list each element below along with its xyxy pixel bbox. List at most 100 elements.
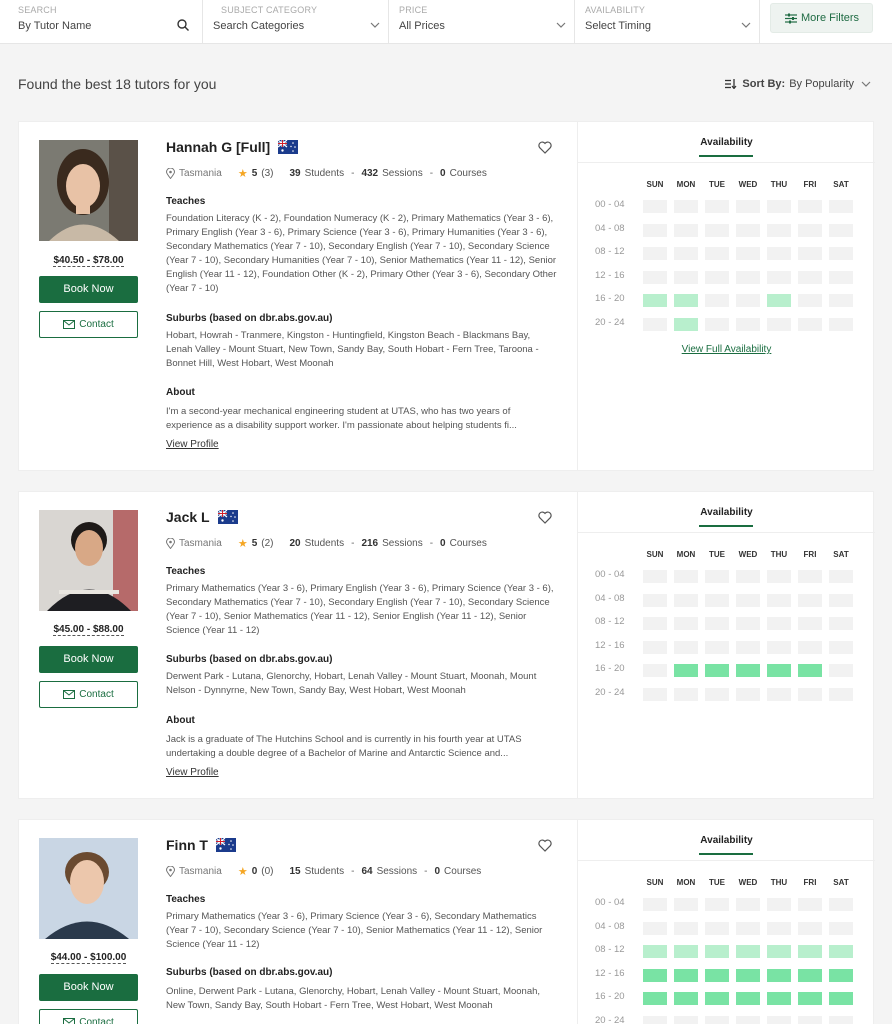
suburbs-text: Derwent Park - Lutana, Glenorchy, Hobart… (166, 671, 537, 696)
availability-cell (829, 593, 853, 607)
subject-category-filter[interactable]: SUBJECT CATEGORY Search Categories (203, 0, 389, 44)
contact-button[interactable]: Contact (39, 681, 138, 708)
students-count: 15 (289, 866, 301, 877)
availability-cell (829, 247, 853, 260)
heart-icon[interactable] (538, 839, 552, 852)
view-full-availability-link[interactable]: View Full Availability (578, 344, 875, 355)
availability-cell (643, 992, 667, 1005)
availability-label: AVAILABILITY (585, 5, 646, 15)
availability-tab[interactable]: Availability (578, 137, 875, 148)
tutor-name-text[interactable]: Finn T (166, 837, 208, 853)
availability-cell (798, 640, 822, 654)
availability-cell (767, 687, 791, 701)
availability-cell (674, 617, 698, 630)
availability-cell (798, 200, 822, 213)
availability-cell (767, 200, 791, 213)
chevron-down-icon (556, 22, 566, 28)
availability-cell (674, 921, 698, 935)
availability-tab[interactable]: Availability (578, 507, 875, 518)
availability-filter[interactable]: AVAILABILITY Select Timing (575, 0, 760, 44)
availability-cell (736, 687, 760, 701)
envelope-icon (63, 690, 76, 699)
availability-cell (767, 1015, 791, 1024)
heart-icon[interactable] (538, 141, 552, 154)
availability-cell (705, 247, 729, 260)
courses-count: 0 (434, 866, 441, 877)
availability-cell (798, 223, 822, 237)
day-header-wed: WED (738, 878, 758, 887)
day-header-sat: SAT (833, 180, 849, 189)
availability-cell (705, 317, 729, 331)
availability-cell (705, 898, 729, 911)
availability-cell (767, 898, 791, 911)
search-filter[interactable]: SEARCH By Tutor Name (0, 0, 203, 44)
availability-cell (643, 687, 667, 701)
tutor-name-text[interactable]: Hannah G [Full] (166, 139, 270, 155)
availability-cell (674, 294, 698, 307)
subject-category-value[interactable]: Search Categories (213, 20, 304, 32)
availability-cell (798, 593, 822, 607)
tutor-card: $45.00 - $88.00 Book Now Contact Jack L … (18, 491, 875, 799)
view-profile-link[interactable]: View Profile (166, 767, 219, 778)
availability-cell (674, 968, 698, 982)
availability-tab-underline (699, 853, 753, 855)
availability-tab-underline (699, 525, 753, 527)
availability-cell (829, 294, 853, 307)
heart-icon[interactable] (538, 511, 552, 524)
suburbs-text: Hobart, Howrah - Tranmere, Kingston - Hu… (166, 330, 539, 369)
availability-cell (705, 200, 729, 213)
sessions-label: Sessions (376, 866, 418, 877)
price-value[interactable]: All Prices (399, 20, 445, 32)
availability-cell (643, 317, 667, 331)
australia-flag-icon (216, 838, 236, 852)
day-header-tue: TUE (709, 550, 725, 559)
sort-by-label: Sort By: (742, 78, 786, 90)
tutor-name[interactable]: Jack L (166, 509, 238, 525)
time-slot-label: 16 - 20 (595, 663, 625, 674)
more-filters-button[interactable]: More Filters (770, 3, 873, 33)
book-now-button[interactable]: Book Now (39, 276, 138, 303)
availability-cell (643, 223, 667, 237)
availability-cell (705, 617, 729, 630)
availability-cell (643, 200, 667, 213)
day-header-thu: THU (770, 180, 788, 189)
availability-cell (798, 992, 822, 1005)
day-header-tue: TUE (709, 180, 725, 189)
view-profile-link[interactable]: View Profile (166, 439, 219, 450)
availability-tab[interactable]: Availability (578, 835, 875, 846)
availability-cell (798, 317, 822, 331)
availability-cell (705, 687, 729, 701)
availability-cell (767, 968, 791, 982)
time-slot-label: 00 - 04 (595, 569, 625, 580)
book-now-button[interactable]: Book Now (39, 974, 138, 1001)
tutor-name[interactable]: Finn T (166, 837, 236, 853)
search-input[interactable]: By Tutor Name (18, 20, 91, 32)
about-heading: About (166, 715, 195, 726)
availability-value[interactable]: Select Timing (585, 20, 651, 32)
availability-cell (674, 898, 698, 911)
sort-by-dropdown[interactable]: Sort By: By Popularity (725, 78, 872, 90)
sessions-label: Sessions (382, 168, 423, 179)
contact-button[interactable]: Contact (39, 1009, 138, 1024)
students-count: 39 (289, 168, 301, 179)
price-filter[interactable]: PRICE All Prices (389, 0, 575, 44)
availability-cell (674, 317, 698, 331)
availability-cell (736, 968, 760, 982)
courses-label: Courses (449, 168, 487, 179)
time-slot-label: 08 - 12 (595, 616, 625, 627)
book-now-button[interactable]: Book Now (39, 646, 138, 673)
availability-cell (705, 968, 729, 982)
availability-cell (767, 317, 791, 331)
availability-cell (705, 992, 729, 1005)
divider (578, 860, 875, 861)
availability-cell (643, 640, 667, 654)
tutor-name-text[interactable]: Jack L (166, 509, 210, 525)
day-header-mon: MON (676, 878, 696, 887)
students-label: Students (304, 168, 345, 179)
tutor-name[interactable]: Hannah G [Full] (166, 139, 299, 155)
students-label: Students (304, 866, 345, 877)
search-icon[interactable] (176, 18, 190, 32)
availability-cell (736, 640, 760, 654)
time-slot-label: 04 - 08 (595, 592, 625, 604)
contact-button[interactable]: Contact (39, 311, 138, 338)
